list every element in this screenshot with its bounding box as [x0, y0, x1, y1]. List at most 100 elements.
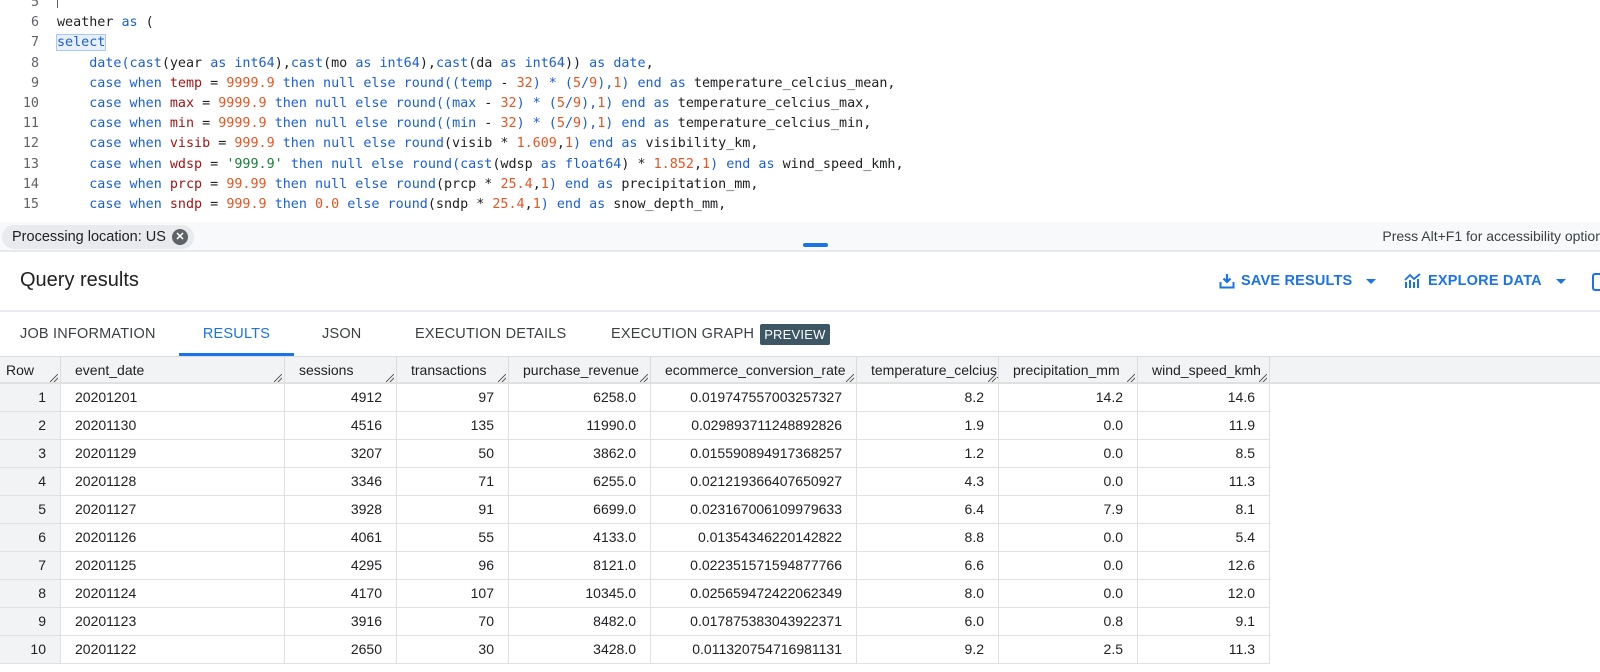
resize-drag-handle[interactable]: [803, 243, 828, 247]
column-resize-handle[interactable]: [1127, 374, 1135, 382]
column-header-label: transactions: [411, 362, 487, 378]
explore-data-label: EXPLORE DATA: [1428, 273, 1542, 289]
tab-results[interactable]: RESULTS: [179, 312, 294, 356]
tab-execution-graph[interactable]: EXECUTION GRAPH PREVIEW: [611, 312, 830, 356]
code-token: 1.852: [653, 156, 694, 172]
download-icon: [1219, 274, 1235, 289]
column-header[interactable]: event_date: [61, 357, 285, 383]
code-token: max: [452, 96, 477, 111]
column-resize-handle[interactable]: [274, 374, 282, 382]
code-text: case when visib = 999.9 then null else r…: [57, 134, 758, 155]
code-token: ),: [274, 55, 291, 71]
close-icon[interactable]: ✕: [171, 229, 188, 245]
code-line[interactable]: 9 case when temp = 9999.9 then null else…: [0, 74, 1600, 95]
code-token: '999.9': [226, 156, 283, 172]
column-header[interactable]: precipitation_mm: [999, 357, 1138, 383]
table-row[interactable]: 5 20201127 3928 91 6699.0 0.02316700610997963…: [0, 496, 1270, 524]
code-line[interactable]: 12 case when visib = 999.9 then null els…: [0, 134, 1600, 155]
tab-json[interactable]: JSON: [322, 312, 361, 356]
code-token: wdsp: [169, 156, 203, 172]
line-number: 13: [22, 156, 39, 172]
code-token: 5: [556, 96, 565, 111]
column-header[interactable]: sessions: [285, 357, 397, 383]
code-token: 99.99: [226, 176, 267, 192]
table-cell: 2.5: [999, 636, 1138, 663]
table-row[interactable]: 7 20201125 4295 96 8121.0 0.02235157159487776…: [0, 552, 1270, 580]
table-cell: 11.9: [1138, 412, 1270, 439]
code-token: 0.0: [315, 197, 340, 212]
column-resize-handle[interactable]: [846, 374, 854, 382]
column-resize-handle[interactable]: [988, 374, 996, 382]
table-row[interactable]: 8 20201124 4170 107 10345.0 0.025659472422062…: [0, 580, 1270, 608]
line-number: 11: [22, 116, 39, 132]
table-row[interactable]: 1 20201201 4912 97 6258.0 0.01974755700325732…: [0, 384, 1270, 412]
sql-editor[interactable]: 5 6 weather as (7 select 8 date(cast(year as…: [0, 0, 1600, 222]
column-header[interactable]: purchase_revenue: [509, 357, 651, 383]
code-line[interactable]: 13 case when wdsp = '999.9' then null el…: [0, 155, 1600, 176]
code-line[interactable]: 15 case when sndp = 999.9 then 0.0 else …: [0, 195, 1600, 216]
table-cell: 3928: [285, 496, 397, 523]
code-line[interactable]: 8 date(cast(year as int64),cast(mo as in…: [0, 54, 1600, 75]
column-header[interactable]: wind_speed_kmh: [1138, 357, 1270, 383]
column-resize-handle[interactable]: [498, 374, 506, 382]
table-cell: 107: [397, 580, 509, 607]
code-line[interactable]: 7 select: [0, 33, 1600, 54]
column-header[interactable]: Row: [0, 357, 61, 383]
table-cell: 70: [397, 608, 509, 635]
code-token: then null else round: [274, 116, 436, 132]
table-cell: 0.0: [999, 412, 1138, 439]
table-row[interactable]: 9 20201123 3916 70 8482.0 0.01787538304392237…: [0, 608, 1270, 636]
table-cell: 0.029893711248892826: [651, 412, 857, 439]
code-line[interactable]: 14 case when prcp = 99.99 then null else…: [0, 175, 1600, 196]
code-token: ,: [693, 156, 702, 172]
code-token: int64: [524, 55, 565, 71]
table-row[interactable]: 6 20201126 4061 55 4133.0 0.01354346220142822…: [0, 524, 1270, 552]
code-token: (wdsp: [492, 156, 541, 172]
code-token: (: [452, 156, 461, 172]
table-cell: 8.0: [857, 580, 999, 607]
code-token: (da: [468, 55, 501, 71]
table-row[interactable]: 3 20201129 3207 50 3862.0 0.01559089491736825…: [0, 440, 1270, 468]
code-line[interactable]: 11 case when min = 9999.9 then null else…: [0, 114, 1600, 135]
tab-execution-details[interactable]: EXECUTION DETAILS: [415, 312, 566, 356]
table-row[interactable]: 2 20201130 4516 135 11990.0 0.029893711248892…: [0, 412, 1270, 440]
row-number: 5: [0, 496, 61, 523]
column-resize-handle[interactable]: [386, 374, 394, 382]
processing-location-chip[interactable]: Processing location: US ✕: [2, 225, 194, 249]
code-token: float64: [564, 156, 622, 172]
column-resize-handle[interactable]: [640, 374, 648, 382]
table-cell: 9.1: [1138, 608, 1270, 635]
column-resize-handle[interactable]: [1259, 374, 1267, 382]
row-number: 8: [0, 580, 61, 607]
table-cell: 0.023167006109979633: [651, 496, 857, 523]
code-token: )): [564, 55, 590, 71]
code-line[interactable]: 6 weather as (: [0, 13, 1600, 34]
table-row[interactable]: 10 20201122 2650 30 3428.0 0.0113207547169811…: [0, 636, 1270, 664]
code-token: cast: [460, 156, 493, 172]
code-token: case when: [89, 197, 162, 212]
table-cell: 96: [397, 552, 509, 579]
table-cell: 20201122: [61, 636, 285, 663]
code-token: ),: [597, 75, 614, 91]
code-token: then null else round: [274, 96, 436, 111]
code-token: temp: [169, 75, 203, 91]
table-cell: 1.9: [857, 412, 999, 439]
column-header[interactable]: temperature_celcius_: [857, 357, 999, 383]
code-token: 9999.9: [226, 75, 275, 91]
column-resize-handle[interactable]: [50, 374, 58, 382]
code-line[interactable]: 5: [0, 0, 1600, 14]
column-header[interactable]: ecommerce_conversion_rate: [651, 357, 857, 383]
expand-icon[interactable]: [1592, 273, 1600, 291]
explore-data-button[interactable]: EXPLORE DATA: [1404, 273, 1566, 289]
table-row[interactable]: 4 20201128 3346 71 6255.0 0.02121936640765092…: [0, 468, 1270, 496]
column-header[interactable]: transactions: [397, 357, 509, 383]
code-token: wind_speed_kmh,: [774, 156, 904, 172]
tab-job-information[interactable]: JOB INFORMATION: [20, 312, 156, 356]
save-results-button[interactable]: SAVE RESULTS: [1219, 273, 1377, 289]
code-line[interactable]: 10 case when max = 9999.9 then null else…: [0, 94, 1600, 115]
table-cell: 11.3: [1138, 468, 1270, 495]
